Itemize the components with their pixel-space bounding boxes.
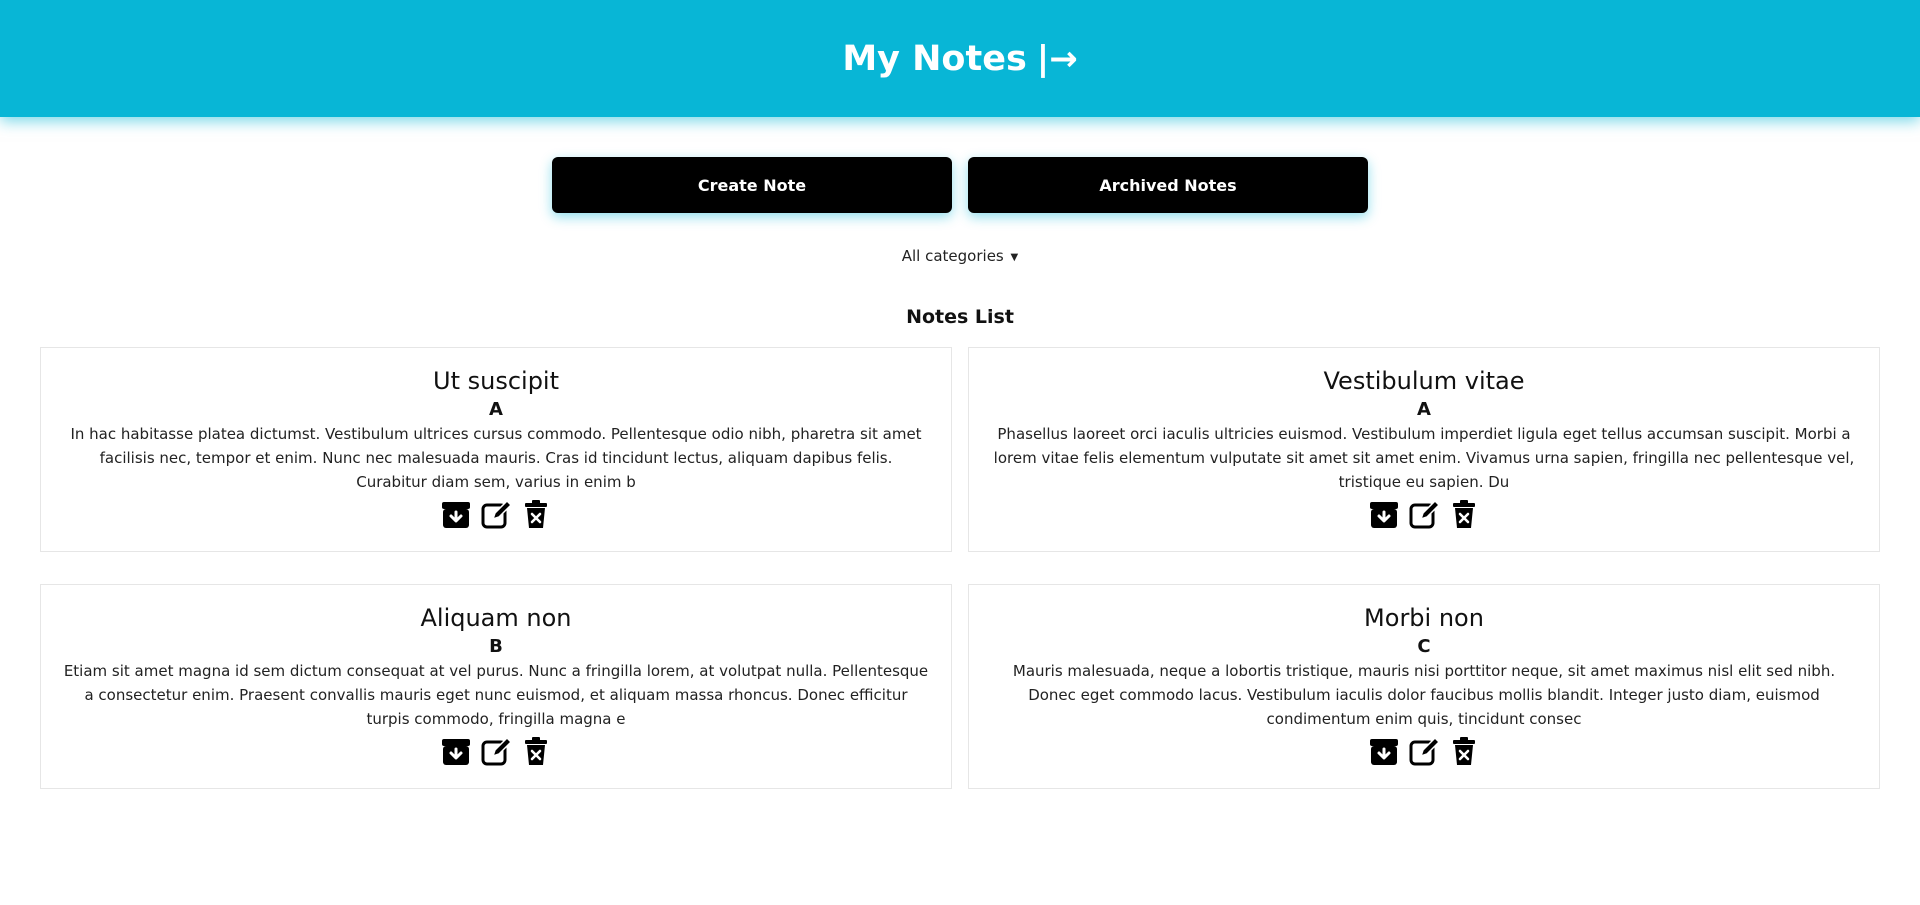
edit-icon[interactable] bbox=[1408, 735, 1440, 767]
note-category: A bbox=[1417, 399, 1431, 420]
app-header: My Notes |→ bbox=[0, 0, 1920, 117]
archive-icon[interactable] bbox=[440, 735, 472, 767]
category-filter-select[interactable]: All categories ▼ bbox=[0, 247, 1920, 265]
note-body: Phasellus laoreet orci iaculis ultricies… bbox=[993, 425, 1855, 491]
page-title-text: My Notes bbox=[842, 38, 1027, 79]
delete-icon[interactable] bbox=[1448, 735, 1480, 767]
delete-icon[interactable] bbox=[1448, 498, 1480, 530]
delete-icon[interactable] bbox=[520, 735, 552, 767]
note-card: Morbi non C Mauris malesuada, neque a lo… bbox=[968, 584, 1880, 789]
action-bar: Create Note Archived Notes bbox=[0, 157, 1920, 213]
note-title: Aliquam non bbox=[420, 604, 572, 632]
archive-icon[interactable] bbox=[1368, 498, 1400, 530]
page-title: My Notes |→ bbox=[842, 39, 1077, 79]
create-note-button[interactable]: Create Note bbox=[552, 157, 952, 213]
note-actions bbox=[991, 735, 1857, 767]
notes-list-title: Notes List bbox=[906, 306, 1014, 328]
note-card: Ut suscipit A In hac habitasse platea di… bbox=[40, 347, 952, 552]
note-category: C bbox=[1417, 636, 1431, 657]
note-title: Ut suscipit bbox=[433, 367, 559, 395]
chevron-down-icon: ▼ bbox=[1010, 252, 1019, 263]
note-body: Mauris malesuada, neque a lobortis trist… bbox=[1012, 662, 1836, 728]
note-body: In hac habitasse platea dictumst. Vestib… bbox=[70, 425, 922, 491]
edit-icon[interactable] bbox=[1408, 498, 1440, 530]
note-title: Vestibulum vitae bbox=[1323, 367, 1525, 395]
edit-icon[interactable] bbox=[480, 498, 512, 530]
delete-icon[interactable] bbox=[520, 498, 552, 530]
notes-grid: Ut suscipit A In hac habitasse platea di… bbox=[40, 347, 1920, 789]
note-card: Aliquam non B Etiam sit amet magna id se… bbox=[40, 584, 952, 789]
archived-notes-button[interactable]: Archived Notes bbox=[968, 157, 1368, 213]
archive-icon[interactable] bbox=[440, 498, 472, 530]
note-category: B bbox=[489, 636, 503, 657]
note-category: A bbox=[489, 399, 503, 420]
archive-icon[interactable] bbox=[1368, 735, 1400, 767]
note-title: Morbi non bbox=[1364, 604, 1484, 632]
edit-icon[interactable] bbox=[480, 735, 512, 767]
note-actions bbox=[63, 735, 929, 767]
note-actions bbox=[63, 498, 929, 530]
category-filter-value: All categories bbox=[901, 247, 1004, 265]
note-body: Etiam sit amet magna id sem dictum conse… bbox=[63, 662, 929, 728]
note-card: Vestibulum vitae A Phasellus laoreet orc… bbox=[968, 347, 1880, 552]
note-actions bbox=[991, 498, 1857, 530]
logout-icon[interactable]: |→ bbox=[1037, 39, 1078, 79]
